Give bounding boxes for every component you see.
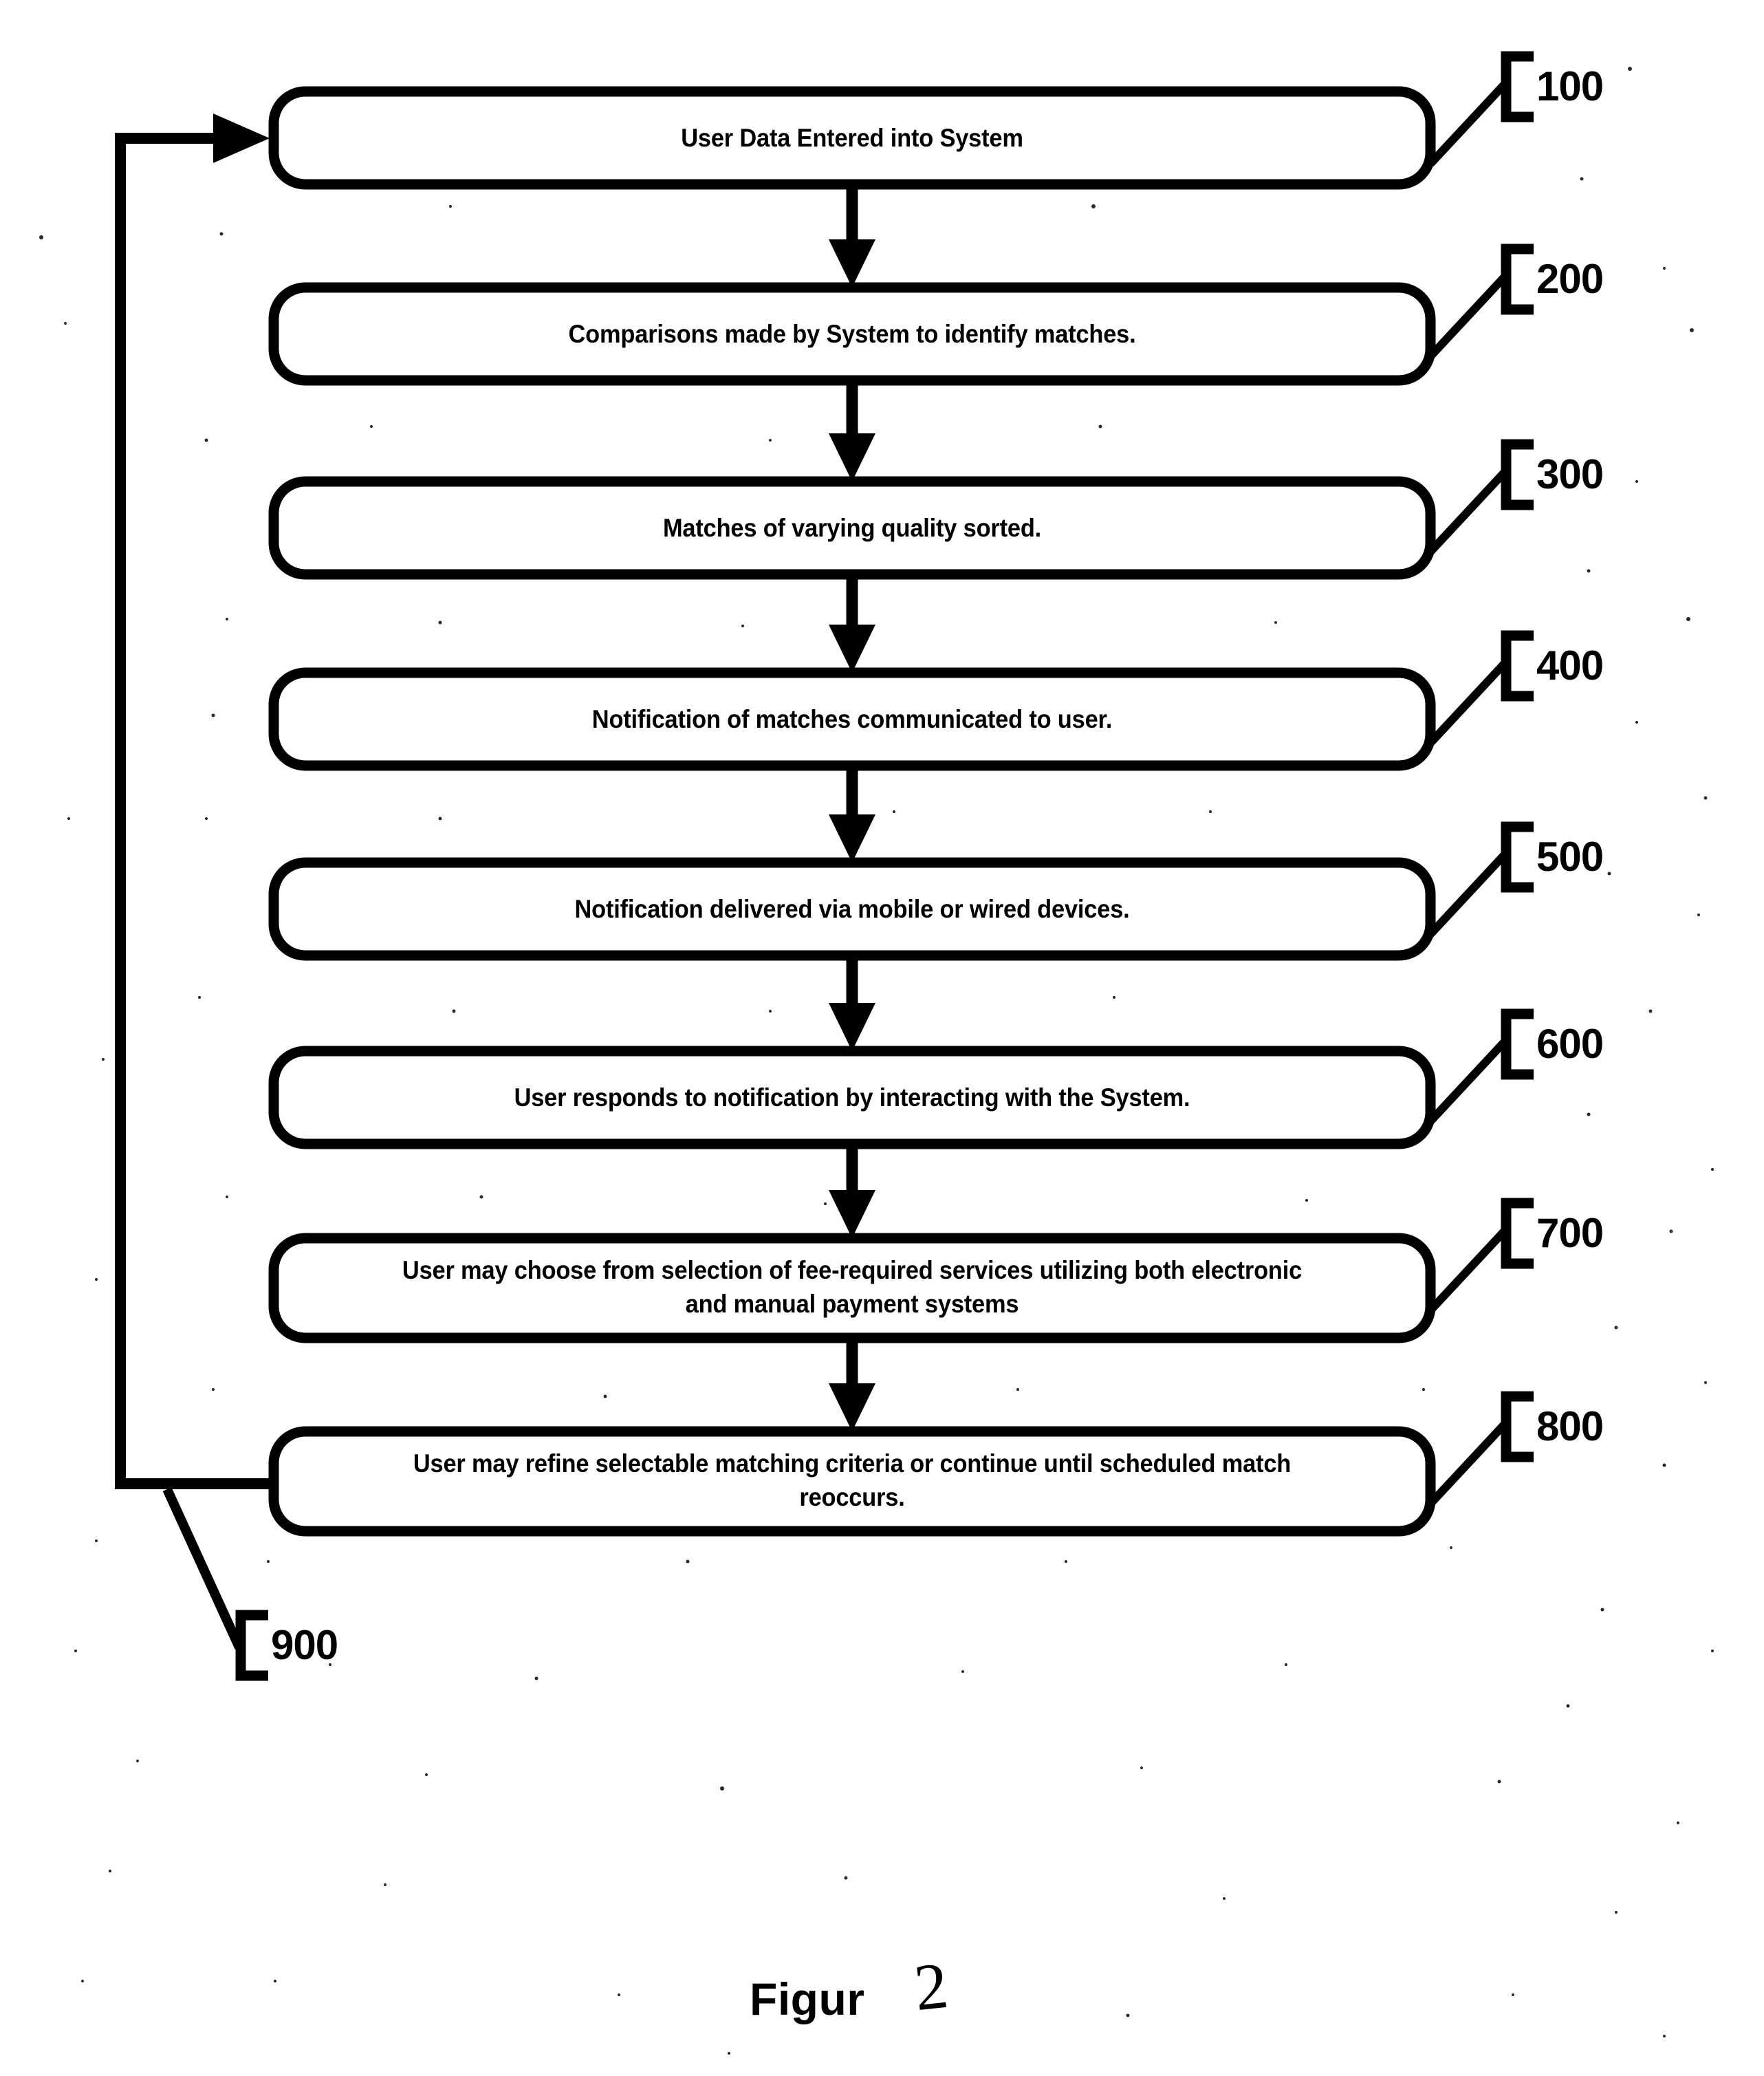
reference-numeral-200: 200 (1536, 256, 1604, 302)
reference-numeral-800: 800 (1536, 1403, 1604, 1449)
arrow-400-to-500 (829, 766, 875, 863)
process-box-500-label: Notification delivered via mobile or wir… (574, 894, 1130, 923)
reference-numeral-500: 500 (1536, 834, 1604, 880)
leader-line-200 (1427, 244, 1534, 360)
leader-line-300 (1427, 439, 1534, 555)
leader-line-600 (1427, 1008, 1534, 1125)
process-box-800-line-1: User may refine selectable matching crit… (413, 1449, 1292, 1478)
arrow-200-to-300 (829, 380, 875, 482)
leader-line-800 (1427, 1391, 1534, 1507)
arrow-600-to-700 (829, 1144, 875, 1238)
figure-page: User Data Entered into System Comparison… (0, 0, 1764, 2076)
leader-line-100 (1427, 51, 1534, 167)
leader-line-400 (1427, 630, 1534, 746)
reference-numeral-900: 900 (271, 1622, 338, 1668)
process-box-300-label: Matches of varying quality sorted. (662, 513, 1042, 542)
process-box-600-label: User responds to notification by interac… (514, 1083, 1190, 1112)
process-box-700-line-2: and manual payment systems (685, 1290, 1019, 1319)
figure-caption-label: Figur (750, 1974, 865, 2024)
arrow-100-to-200 (829, 184, 875, 288)
feedback-loop-900 (115, 113, 274, 1489)
reference-numeral-600: 600 (1536, 1021, 1604, 1067)
arrow-300-to-400 (829, 574, 875, 673)
process-box-400-label: Notification of matches communicated to … (591, 704, 1113, 733)
process-box-800-line-2: reoccurs. (799, 1483, 905, 1512)
arrow-700-to-800 (829, 1338, 875, 1431)
reference-numeral-400: 400 (1536, 642, 1604, 689)
leader-line-900 (162, 1487, 268, 1681)
reference-numeral-300: 300 (1536, 451, 1604, 497)
process-box-700-line-1: User may choose from selection of fee-re… (402, 1256, 1303, 1284)
leader-line-700 (1427, 1198, 1534, 1314)
process-box-800-label: User may refine selectable matching crit… (320, 1431, 1384, 1531)
process-box-200-label: Comparisons made by System to identify m… (568, 319, 1136, 348)
reference-numeral-100: 100 (1536, 63, 1604, 109)
leader-line-500 (1427, 821, 1534, 938)
process-box-100-label: User Data Entered into System (681, 123, 1023, 152)
reference-numeral-700: 700 (1536, 1210, 1604, 1256)
arrow-500-to-600 (829, 955, 875, 1051)
process-box-700-label: User may choose from selection of fee-re… (320, 1238, 1384, 1338)
